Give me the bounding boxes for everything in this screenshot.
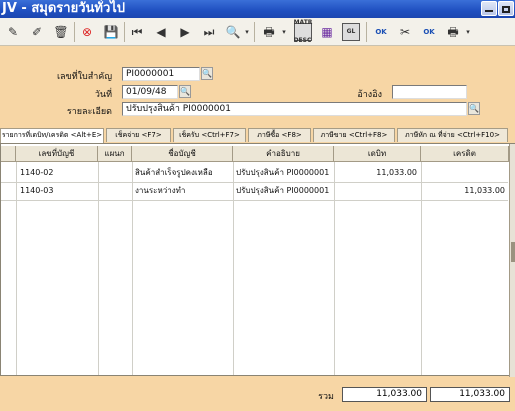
grid-header-blank <box>1 146 16 162</box>
cell-account-name[interactable]: สินค้าสำเร็จรูปคงเหลือ <box>135 164 232 182</box>
report-icon[interactable]: ▦ <box>318 23 336 41</box>
cell-description[interactable]: ปรับปรุงสินค้า PI0000001 <box>236 182 333 200</box>
ref-field[interactable] <box>392 85 467 99</box>
edit2-icon[interactable]: ✐ <box>28 23 46 41</box>
cell-description[interactable]: ปรับปรุงสินค้า PI0000001 <box>236 164 333 182</box>
tab-withholding-tax[interactable]: ภาษีหัก ณ ที่จ่าย <Ctrl+F10> <box>397 128 508 142</box>
cell-account-no[interactable]: 1140-03 <box>20 182 96 200</box>
minimize-icon <box>485 10 493 12</box>
first-icon[interactable]: ⏮ <box>128 23 146 41</box>
tab-debit-credit[interactable]: รายการที่เดบิท/เครดิต <Alt+E> <box>0 128 104 143</box>
printer3-icon[interactable]: 🖶 <box>444 23 462 41</box>
total-credit-field: 11,033.00 <box>430 387 510 402</box>
toolbar-separator <box>124 22 125 42</box>
total-label: รวม <box>318 392 334 402</box>
grid-header-debit[interactable]: เดบิท <box>334 146 421 162</box>
cell-dept[interactable] <box>101 164 131 182</box>
doc-no-field[interactable]: PI0000001 <box>122 67 200 81</box>
doc-no-lookup-icon[interactable]: 🔍 <box>201 67 213 80</box>
journal-grid[interactable]: เลขที่บัญชี แผนก ชื่อบัญชี คำอธิบาย เดบิ… <box>0 143 515 377</box>
last-icon[interactable]: ⏭ <box>200 23 218 41</box>
tab-sales-tax[interactable]: ภาษีขาย <Ctrl+F8> <box>313 128 395 142</box>
grid-vertical-scrollbar[interactable] <box>509 144 515 377</box>
toolbar-separator <box>366 22 367 42</box>
desc-field[interactable]: ปรับปรุงสินค้า PI0000001 <box>122 102 467 116</box>
grid-header-account-no[interactable]: เลขที่บัญชี <box>16 146 98 162</box>
tab-purchase-tax[interactable]: ภาษีซื้อ <F8> <box>248 128 311 142</box>
print-dropdown-icon[interactable]: ▾ <box>280 23 288 41</box>
grid-col-divider <box>132 162 133 375</box>
tab-check-receive[interactable]: เช็ครับ <Ctrl+F7> <box>173 128 246 142</box>
totals-bar: รวม 11,033.00 11,033.00 <box>0 386 515 411</box>
total-debit-field: 11,033.00 <box>342 387 427 402</box>
search-dropdown-icon[interactable]: ▾ <box>243 23 251 41</box>
next-icon[interactable]: ▶ <box>176 23 194 41</box>
date-picker-icon[interactable]: 🔍 <box>179 85 191 98</box>
tab-bar: รายการที่เดบิท/เครดิต <Alt+E> เช็คจ่าย <… <box>0 128 515 143</box>
ref-label: อ้างอิง <box>357 90 382 100</box>
trash-icon[interactable]: 🗑 <box>52 23 70 41</box>
ok2-icon[interactable]: OK <box>420 23 438 41</box>
desc-lookup-icon[interactable]: 🔍 <box>468 102 480 115</box>
cell-account-name[interactable]: งานระหว่างทำ <box>135 182 232 200</box>
prev-icon[interactable]: ◀ <box>152 23 170 41</box>
cell-credit[interactable] <box>421 164 509 182</box>
scrollbar-thumb[interactable] <box>511 242 515 262</box>
cell-dept[interactable] <box>101 182 131 200</box>
printer2-icon[interactable]: ✂ <box>396 23 414 41</box>
print-icon[interactable]: 🖶 <box>260 23 278 41</box>
window-title: JV - สมุดรายวันทั่วไป <box>2 1 126 16</box>
cell-debit[interactable]: 11,033.00 <box>334 164 421 182</box>
search-icon[interactable]: 🔍 <box>224 23 242 41</box>
cell-credit[interactable]: 11,033.00 <box>421 182 509 200</box>
cell-debit[interactable] <box>334 182 421 200</box>
title-bar: JV - สมุดรายวันทั่วไป <box>0 0 515 18</box>
tab-check-payment[interactable]: เช็คจ่าย <F7> <box>106 128 171 142</box>
date-field[interactable]: 01/09/48 <box>122 85 178 99</box>
gl-icon[interactable]: GL <box>342 23 360 41</box>
toolbar: ✎ ✐ 🗑 ⊗ 💾 ⏮ ◀ ▶ ⏭ 🔍 ▾ 🖶 ▾ MATR DESC ▦ GL… <box>0 18 515 46</box>
cancel-icon[interactable]: ⊗ <box>78 23 96 41</box>
date-label: วันที่ <box>94 90 112 100</box>
desc-label: รายละเอียด <box>66 107 112 117</box>
maximize-icon <box>502 6 510 13</box>
grid-col-divider <box>233 162 234 375</box>
maximize-button[interactable] <box>498 1 514 16</box>
ok-icon[interactable]: OK <box>372 23 390 41</box>
grid-header-description[interactable]: คำอธิบาย <box>233 146 334 162</box>
grid-col-divider <box>16 162 17 375</box>
cell-account-no[interactable]: 1140-02 <box>20 164 96 182</box>
grid-header-credit[interactable]: เครดิต <box>421 146 509 162</box>
minimize-button[interactable] <box>481 1 497 16</box>
dropdown-icon[interactable]: ▾ <box>464 23 472 41</box>
grid-row-divider <box>1 200 508 201</box>
edit-icon[interactable]: ✎ <box>4 23 22 41</box>
matrix-desc-icon[interactable]: MATR DESC <box>294 19 313 44</box>
grid-col-divider <box>98 162 99 375</box>
toolbar-separator <box>74 22 75 42</box>
doc-no-label: เลขที่ใบสำคัญ <box>56 72 112 82</box>
save-icon[interactable]: 💾 <box>102 23 120 41</box>
grid-header-dept[interactable]: แผนก <box>98 146 132 162</box>
toolbar-separator <box>254 22 255 42</box>
grid-header-account-name[interactable]: ชื่อบัญชี <box>132 146 233 162</box>
